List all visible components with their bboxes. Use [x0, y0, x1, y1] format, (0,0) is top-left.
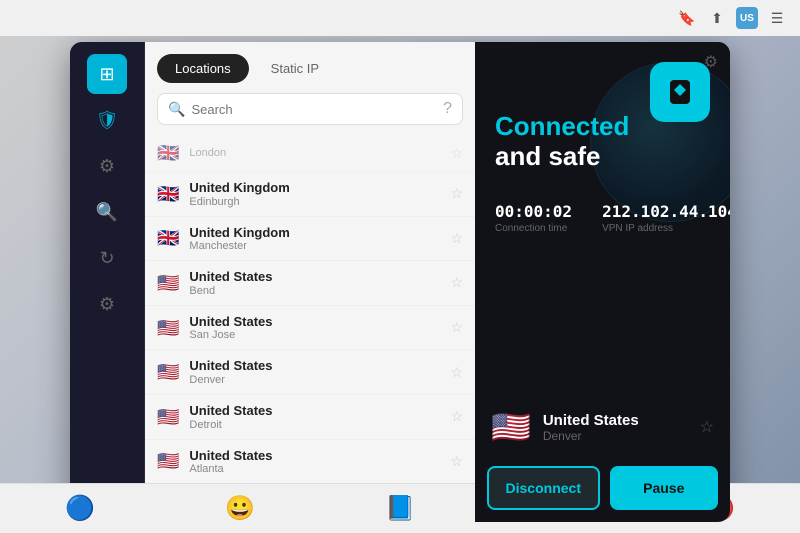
pause-button[interactable]: Pause: [610, 466, 719, 510]
vpn-ip-value: 212.102.44.104: [602, 202, 730, 221]
current-favorite-star[interactable]: ☆: [700, 417, 714, 437]
magnify-icon[interactable]: 🔍: [87, 192, 127, 232]
settings-icon[interactable]: ⚙: [87, 284, 127, 324]
country-label: United States: [189, 358, 440, 374]
shield-icon[interactable]: 🛡: [87, 100, 127, 140]
tab-static-ip[interactable]: Static IP: [253, 54, 337, 83]
list-item[interactable]: 🇬🇧 London ☆: [145, 135, 475, 172]
taskbar-icon-3[interactable]: 📘: [380, 489, 420, 529]
safe-label: and safe: [495, 141, 710, 172]
search-icon: 🔍: [168, 101, 185, 118]
favorite-star[interactable]: ☆: [450, 185, 463, 202]
taskbar-icon-1[interactable]: 🔵: [60, 489, 100, 529]
right-panel: ⚙ Connected and safe 00:00:02 Connection…: [475, 42, 730, 522]
country-label: United States: [189, 448, 440, 464]
share-icon[interactable]: ⬆: [706, 7, 728, 29]
list-item[interactable]: 🇺🇸 United States Denver ☆: [145, 350, 475, 395]
location-list: 🇬🇧 London ☆ 🇬🇧 United Kingdom Edinburgh …: [145, 135, 475, 522]
connection-status: Connected and safe: [475, 82, 730, 182]
browser-bar: 🔖 ⬆ US ☰: [0, 0, 800, 36]
disconnect-button[interactable]: Disconnect: [487, 466, 600, 510]
country-label: United States: [189, 403, 440, 419]
city-label: Edinburgh: [189, 196, 440, 208]
search-bar: 🔍 ?: [157, 93, 463, 125]
flag-icon: 🇬🇧: [157, 228, 179, 248]
menu-icon[interactable]: ☰: [766, 7, 788, 29]
current-city-label: Denver: [543, 429, 688, 443]
connection-stats: 00:00:02 Connection time 212.102.44.104 …: [475, 182, 730, 244]
list-item[interactable]: 🇺🇸 United States San Jose ☆: [145, 306, 475, 351]
connected-label: Connected: [495, 112, 710, 141]
country-label: United States: [189, 314, 440, 330]
list-item[interactable]: 🇺🇸 United States Bend ☆: [145, 261, 475, 306]
country-label: United Kingdom: [189, 180, 440, 196]
city-label: London: [189, 147, 440, 159]
action-buttons: Disconnect Pause: [487, 466, 718, 510]
current-location: 🇺🇸 United States Denver ☆: [487, 400, 718, 454]
favorite-star[interactable]: ☆: [450, 408, 463, 425]
favorite-star[interactable]: ☆: [450, 230, 463, 247]
flag-icon: 🇬🇧: [157, 143, 179, 163]
icon-sidebar: ⊞ 🛡 ⚙ 🔍 ↻ ⚙ 4.5.0: [70, 42, 145, 522]
app-container: ⊞ 🛡 ⚙ 🔍 ↻ ⚙ 4.5.0 Locations Static IP 🔍 …: [70, 42, 730, 522]
bookmark-icon[interactable]: 🔖: [676, 7, 698, 29]
refresh-icon[interactable]: ↻: [87, 238, 127, 278]
favorite-star[interactable]: ☆: [450, 364, 463, 381]
list-item[interactable]: 🇬🇧 United Kingdom Manchester ☆: [145, 217, 475, 262]
favorite-star[interactable]: ☆: [450, 453, 463, 470]
favorite-star[interactable]: ☆: [450, 145, 463, 162]
flag-icon: 🇺🇸: [157, 273, 179, 293]
connection-time-label: Connection time: [495, 223, 572, 234]
city-label: Manchester: [189, 240, 440, 252]
tabs-container: Locations Static IP: [145, 42, 475, 83]
flag-icon: 🇺🇸: [157, 407, 179, 427]
current-flag-icon: 🇺🇸: [491, 408, 531, 446]
bottom-section: 🇺🇸 United States Denver ☆ Disconnect Pau…: [475, 388, 730, 522]
city-label: San Jose: [189, 329, 440, 341]
list-item[interactable]: 🇺🇸 United States Detroit ☆: [145, 395, 475, 440]
taskbar-icon-2[interactable]: 😀: [220, 489, 260, 529]
flag-icon: 🇺🇸: [157, 362, 179, 382]
flag-icon: 🇺🇸: [157, 318, 179, 338]
browser-icons: 🔖 ⬆ US ☰: [676, 7, 788, 29]
favorite-star[interactable]: ☆: [450, 274, 463, 291]
flag-icon: 🇺🇸: [157, 451, 179, 471]
city-label: Detroit: [189, 419, 440, 431]
vpn-ip-label: VPN IP address: [602, 223, 730, 234]
vpn-badge[interactable]: US: [736, 7, 758, 29]
list-item[interactable]: 🇬🇧 United Kingdom Edinburgh ☆: [145, 172, 475, 217]
connection-time-value: 00:00:02: [495, 202, 572, 221]
country-label: United Kingdom: [189, 225, 440, 241]
city-label: Denver: [189, 374, 440, 386]
grid-icon[interactable]: ⊞: [87, 54, 127, 94]
help-icon[interactable]: ?: [443, 100, 452, 118]
main-panel: Locations Static IP 🔍 ? 🇬🇧 London ☆ 🇬🇧: [145, 42, 475, 522]
tab-locations[interactable]: Locations: [157, 54, 249, 83]
connection-time-block: 00:00:02 Connection time: [495, 202, 572, 234]
list-item[interactable]: 🇺🇸 United States Atlanta ☆: [145, 440, 475, 485]
country-label: United States: [189, 269, 440, 285]
bug-icon[interactable]: ⚙: [87, 146, 127, 186]
current-country-label: United States: [543, 412, 688, 429]
city-label: Bend: [189, 285, 440, 297]
flag-icon: 🇬🇧: [157, 184, 179, 204]
search-input[interactable]: [191, 102, 433, 117]
city-label: Atlanta: [189, 463, 440, 475]
favorite-star[interactable]: ☆: [450, 319, 463, 336]
vpn-ip-block: 212.102.44.104 VPN IP address: [602, 202, 730, 234]
